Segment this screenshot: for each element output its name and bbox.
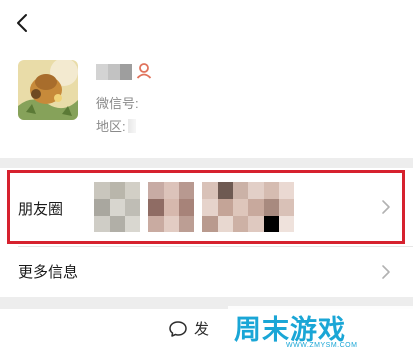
chevron-right-icon <box>381 264 391 280</box>
avatar[interactable] <box>18 60 78 120</box>
moments-thumbnail <box>202 182 248 232</box>
moments-thumbnail <box>248 182 294 232</box>
person-female-icon <box>135 62 153 80</box>
moments-label: 朋友圈 <box>18 201 64 218</box>
wechat-id-label: 微信号: <box>96 96 139 111</box>
site-watermark: 周末游戏 WWW.ZMYSM.COM <box>228 306 413 354</box>
more-info-label: 更多信息 <box>18 264 79 281</box>
more-info-row[interactable]: 更多信息 <box>0 247 413 297</box>
avatar-image <box>18 60 78 120</box>
watermark-url: WWW.ZMYSM.COM <box>286 342 358 349</box>
chevron-left-icon <box>17 14 27 32</box>
region-label: 地区: <box>96 119 126 134</box>
section-gap <box>0 158 413 168</box>
moments-thumbnail <box>94 182 140 232</box>
region: 地区: <box>96 116 136 135</box>
moments-row[interactable]: 朋友圈 <box>0 168 413 246</box>
chat-bubble-icon <box>168 319 188 339</box>
send-message-label: 发 <box>194 321 210 338</box>
back-button[interactable] <box>10 10 36 36</box>
profile-header: 微信号: 地区: <box>0 48 413 158</box>
send-message-button[interactable]: 发 <box>168 318 209 342</box>
region-value-redacted <box>127 119 136 133</box>
nickname-redacted <box>96 64 132 80</box>
wechat-id: 微信号: <box>96 93 139 112</box>
chevron-right-icon <box>381 199 391 215</box>
moments-thumbnail <box>148 182 194 232</box>
